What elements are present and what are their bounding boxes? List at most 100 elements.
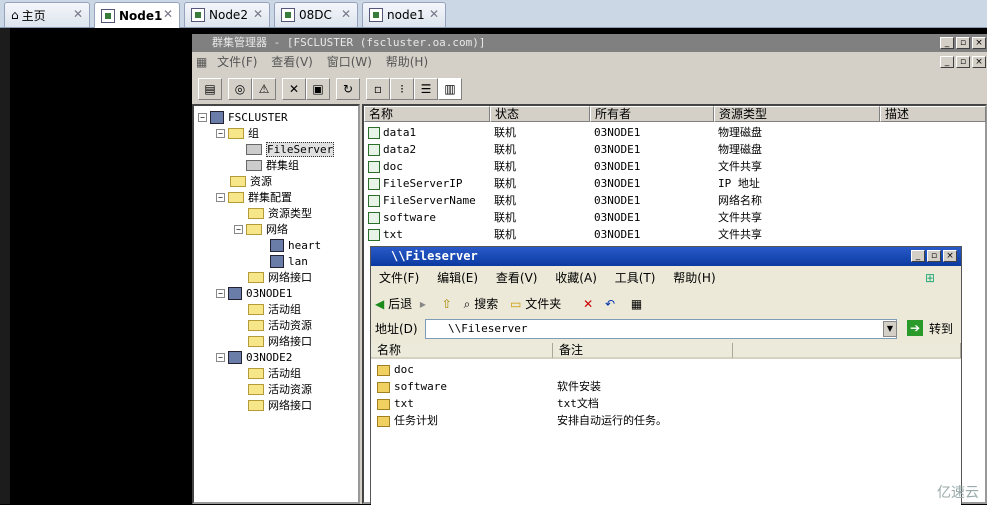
tab-home[interactable]: ⌂ 主页 ✕ bbox=[4, 2, 90, 27]
tree-item-active-resources[interactable]: 活动资源 bbox=[248, 317, 312, 333]
close-icon[interactable]: ✕ bbox=[341, 7, 351, 21]
tree-item-fileserver[interactable]: FileServer bbox=[246, 141, 335, 157]
tree-item-resource-types[interactable]: 资源类型 bbox=[248, 205, 312, 221]
tab-label: Node1 bbox=[119, 9, 163, 23]
menu-view[interactable]: 查看(V) bbox=[496, 271, 538, 285]
minimize-button[interactable]: _ bbox=[940, 37, 954, 49]
tree-item-heart[interactable]: heart bbox=[270, 237, 321, 253]
child-minimize-button[interactable]: _ bbox=[940, 56, 954, 68]
tree-item-cluster-group[interactable]: 群集组 bbox=[246, 157, 299, 173]
tree-item-cluster-config[interactable]: − 群集配置 bbox=[216, 189, 292, 205]
close-icon[interactable]: ✕ bbox=[163, 7, 173, 21]
list-item[interactable]: software 软件安装 bbox=[371, 378, 951, 395]
menu-favorites[interactable]: 收藏(A) bbox=[555, 271, 597, 285]
maximize-button[interactable]: ▫ bbox=[927, 250, 941, 262]
column-header-comment[interactable]: 备注 bbox=[553, 343, 733, 359]
column-header-state[interactable]: 状态 bbox=[490, 106, 590, 122]
tree-item-active-resources[interactable]: 活动资源 bbox=[248, 381, 312, 397]
tab-node1-lower[interactable]: node1 ✕ bbox=[362, 2, 446, 27]
folders-button[interactable]: 文件夹 bbox=[525, 297, 561, 311]
menu-window[interactable]: 窗口(W) bbox=[327, 55, 372, 69]
close-button[interactable]: × bbox=[943, 250, 957, 262]
menu-edit[interactable]: 编辑(E) bbox=[437, 271, 478, 285]
close-icon[interactable]: ✕ bbox=[73, 7, 83, 21]
bring-online-icon[interactable]: ◎ bbox=[228, 78, 252, 100]
table-row[interactable]: FileServerName 联机 03NODE1 网络名称 bbox=[364, 192, 984, 209]
table-row[interactable]: data1 联机 03NODE1 物理磁盘 bbox=[364, 124, 984, 141]
column-header-owner[interactable]: 所有者 bbox=[590, 106, 714, 122]
chevron-down-icon[interactable]: ▼ bbox=[883, 321, 897, 337]
list-item[interactable]: txt txt文档 bbox=[371, 395, 951, 412]
tree-item-groups[interactable]: − 组 bbox=[216, 125, 259, 141]
views-icon[interactable]: ▦ bbox=[631, 297, 642, 311]
tree-item-active-groups[interactable]: 活动组 bbox=[248, 301, 301, 317]
go-button[interactable]: 转到 bbox=[929, 317, 953, 341]
child-restore-button[interactable]: ▫ bbox=[956, 56, 970, 68]
tab-node2[interactable]: Node2 ✕ bbox=[184, 2, 270, 27]
tree-item-network-interfaces[interactable]: 网络接口 bbox=[248, 269, 312, 285]
close-icon[interactable]: ✕ bbox=[253, 7, 263, 21]
tree-item-active-groups[interactable]: 活动组 bbox=[248, 365, 301, 381]
small-icons-icon[interactable]: ⁝ bbox=[390, 78, 414, 100]
tree-item-03node1[interactable]: − 03NODE1 bbox=[216, 285, 292, 301]
menu-file[interactable]: 文件(F) bbox=[217, 55, 257, 69]
collapse-icon[interactable]: − bbox=[216, 352, 225, 362]
undo-icon[interactable]: ↶ bbox=[605, 297, 615, 311]
tree-item-networks[interactable]: − 网络 bbox=[234, 221, 288, 237]
menu-tools[interactable]: 工具(T) bbox=[615, 271, 656, 285]
search-icon[interactable]: ⌕ bbox=[464, 297, 471, 311]
maximize-button[interactable]: ▫ bbox=[956, 37, 970, 49]
table-row[interactable]: FileServerIP 联机 03NODE1 IP 地址 bbox=[364, 175, 984, 192]
tree-item-fscluster[interactable]: − FSCLUSTER bbox=[198, 109, 288, 125]
table-row[interactable]: txt 联机 03NODE1 文件共享 bbox=[364, 226, 984, 243]
large-icons-icon[interactable]: ▫ bbox=[366, 78, 390, 100]
child-close-button[interactable]: × bbox=[972, 56, 986, 68]
tab-08dc[interactable]: 08DC ✕ bbox=[274, 2, 358, 27]
tree-item-resources[interactable]: 资源 bbox=[230, 173, 272, 189]
tree-item-network-interfaces[interactable]: 网络接口 bbox=[248, 397, 312, 413]
list-view-icon[interactable]: ☰ bbox=[414, 78, 438, 100]
close-icon[interactable]: ✕ bbox=[429, 7, 439, 21]
warning-icon[interactable]: ⚠ bbox=[252, 78, 276, 100]
back-button[interactable]: 后退 bbox=[388, 297, 412, 311]
table-row[interactable]: doc 联机 03NODE1 文件共享 bbox=[364, 158, 984, 175]
tree-item-03node2[interactable]: − 03NODE2 bbox=[216, 349, 292, 365]
tree-item-lan[interactable]: lan bbox=[270, 253, 308, 269]
menu-help[interactable]: 帮助(H) bbox=[386, 55, 428, 69]
collapse-icon[interactable]: − bbox=[234, 224, 243, 234]
close-button[interactable]: × bbox=[972, 37, 986, 49]
list-item[interactable]: doc bbox=[371, 361, 951, 378]
details-view-icon[interactable]: ▥ bbox=[438, 78, 462, 100]
menu-help[interactable]: 帮助(H) bbox=[673, 271, 715, 285]
tree-item-network-interfaces[interactable]: 网络接口 bbox=[248, 333, 312, 349]
column-header-description[interactable]: 描述 bbox=[880, 106, 986, 122]
menu-view[interactable]: 查看(V) bbox=[271, 55, 313, 69]
server-icon bbox=[228, 286, 242, 300]
tab-node1[interactable]: Node1 ✕ bbox=[94, 2, 180, 29]
back-icon[interactable]: ◀ bbox=[375, 297, 384, 311]
collapse-icon[interactable]: − bbox=[198, 112, 207, 122]
table-cell: 物理磁盘 bbox=[718, 124, 762, 141]
folders-icon[interactable]: ▭ bbox=[510, 297, 521, 311]
delete-icon[interactable]: ✕ bbox=[583, 297, 593, 311]
table-row[interactable]: data2 联机 03NODE1 物理磁盘 bbox=[364, 141, 984, 158]
forward-icon[interactable]: ▸ bbox=[420, 297, 426, 311]
collapse-icon[interactable]: − bbox=[216, 192, 225, 202]
column-header-resource-type[interactable]: 资源类型 bbox=[714, 106, 880, 122]
collapse-icon[interactable]: − bbox=[216, 128, 225, 138]
delete-icon[interactable]: ✕ bbox=[282, 78, 306, 100]
up-folder-icon[interactable]: ⇧ bbox=[442, 297, 452, 311]
column-header-name[interactable]: 名称 bbox=[371, 343, 553, 359]
properties-icon[interactable]: ▣ bbox=[306, 78, 330, 100]
address-input[interactable]: \\Fileserver bbox=[425, 319, 897, 339]
search-button[interactable]: 搜索 bbox=[474, 297, 498, 311]
go-icon[interactable]: ➔ bbox=[907, 320, 923, 336]
column-header-name[interactable]: 名称 bbox=[364, 106, 490, 122]
open-connection-icon[interactable]: ▤ bbox=[198, 78, 222, 100]
refresh-icon[interactable]: ↻ bbox=[336, 78, 360, 100]
list-item[interactable]: 任务计划 安排自动运行的任务。 bbox=[371, 412, 951, 429]
minimize-button[interactable]: _ bbox=[911, 250, 925, 262]
collapse-icon[interactable]: − bbox=[216, 288, 225, 298]
table-row[interactable]: software 联机 03NODE1 文件共享 bbox=[364, 209, 984, 226]
menu-file[interactable]: 文件(F) bbox=[379, 271, 419, 285]
